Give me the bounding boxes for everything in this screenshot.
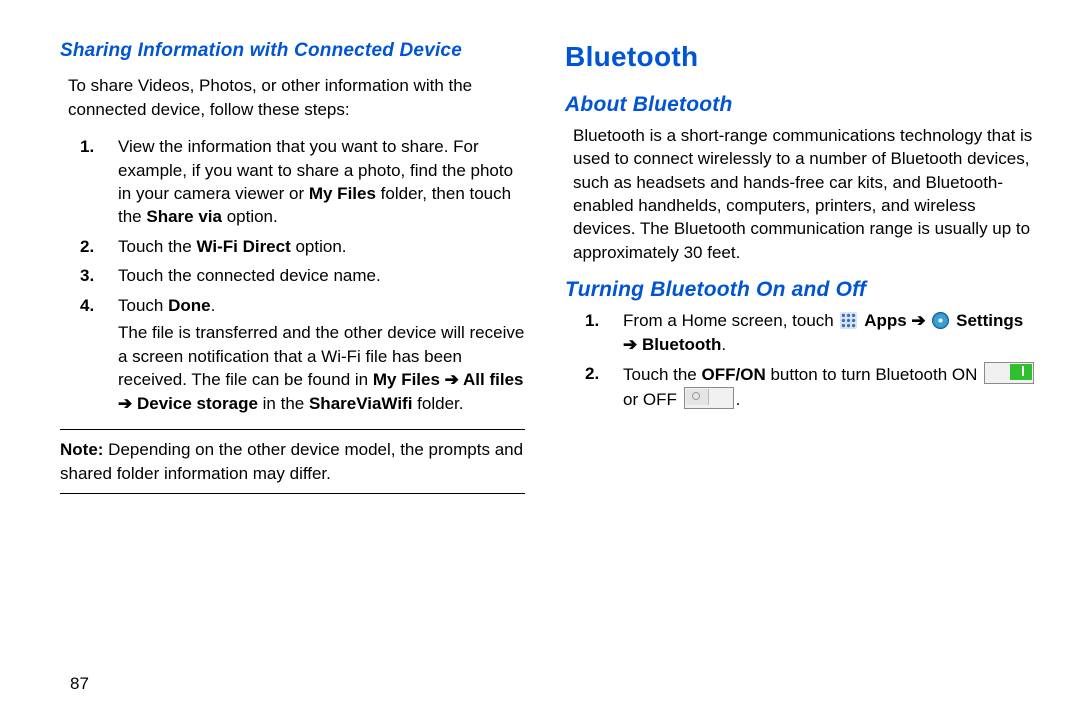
step-number: 1.: [80, 135, 94, 158]
step-text: From a Home screen, touch Apps ➔ Setting…: [623, 311, 1023, 353]
sharing-steps-list: 1. View the information that you want to…: [60, 135, 525, 415]
right-column: Bluetooth About Bluetooth Bluetooth is a…: [565, 38, 1040, 720]
step-number: 4.: [80, 294, 94, 317]
step-text: Touch the connected device name.: [118, 266, 381, 285]
toggle-on-icon: [984, 362, 1034, 384]
list-item: 4. Touch Done. The file is transferred a…: [60, 294, 525, 415]
list-item: 2. Touch the Wi-Fi Direct option.: [60, 235, 525, 258]
apps-icon: [840, 312, 857, 329]
step-number: 2.: [80, 235, 94, 258]
divider: [60, 429, 525, 430]
step-text: Touch the Wi-Fi Direct option.: [118, 237, 347, 256]
step-text: Touch Done.: [118, 296, 215, 315]
divider: [60, 493, 525, 494]
settings-icon: [932, 312, 949, 329]
section-heading-sharing: Sharing Information with Connected Devic…: [60, 38, 525, 64]
list-item: 2. Touch the OFF/ON button to turn Bluet…: [565, 362, 1040, 411]
step-number: 1.: [585, 309, 599, 332]
section-heading-turning: Turning Bluetooth On and Off: [565, 276, 1040, 305]
toggle-off-icon: [684, 387, 734, 409]
list-item: 3. Touch the connected device name.: [60, 264, 525, 287]
step-number: 3.: [80, 264, 94, 287]
step-continuation: The file is transferred and the other de…: [118, 321, 525, 415]
step-number: 2.: [585, 362, 599, 385]
list-item: 1. From a Home screen, touch Apps ➔ Sett…: [565, 309, 1040, 356]
left-column: Sharing Information with Connected Devic…: [60, 38, 525, 720]
note-paragraph: Note: Depending on the other device mode…: [60, 438, 525, 485]
step-text: Touch the OFF/ON button to turn Bluetoot…: [623, 365, 1036, 408]
note-text: Depending on the other device model, the…: [60, 440, 523, 482]
list-item: 1. View the information that you want to…: [60, 135, 525, 229]
about-paragraph: Bluetooth is a short-range communication…: [573, 124, 1040, 265]
manual-page: Sharing Information with Connected Devic…: [0, 0, 1080, 720]
page-number: 87: [70, 674, 89, 694]
intro-paragraph: To share Videos, Photos, or other inform…: [68, 74, 525, 121]
note-label: Note:: [60, 440, 103, 459]
bluetooth-steps-list: 1. From a Home screen, touch Apps ➔ Sett…: [565, 309, 1040, 411]
step-text: View the information that you want to sh…: [118, 137, 513, 226]
chapter-heading-bluetooth: Bluetooth: [565, 38, 1040, 77]
section-heading-about: About Bluetooth: [565, 91, 1040, 120]
